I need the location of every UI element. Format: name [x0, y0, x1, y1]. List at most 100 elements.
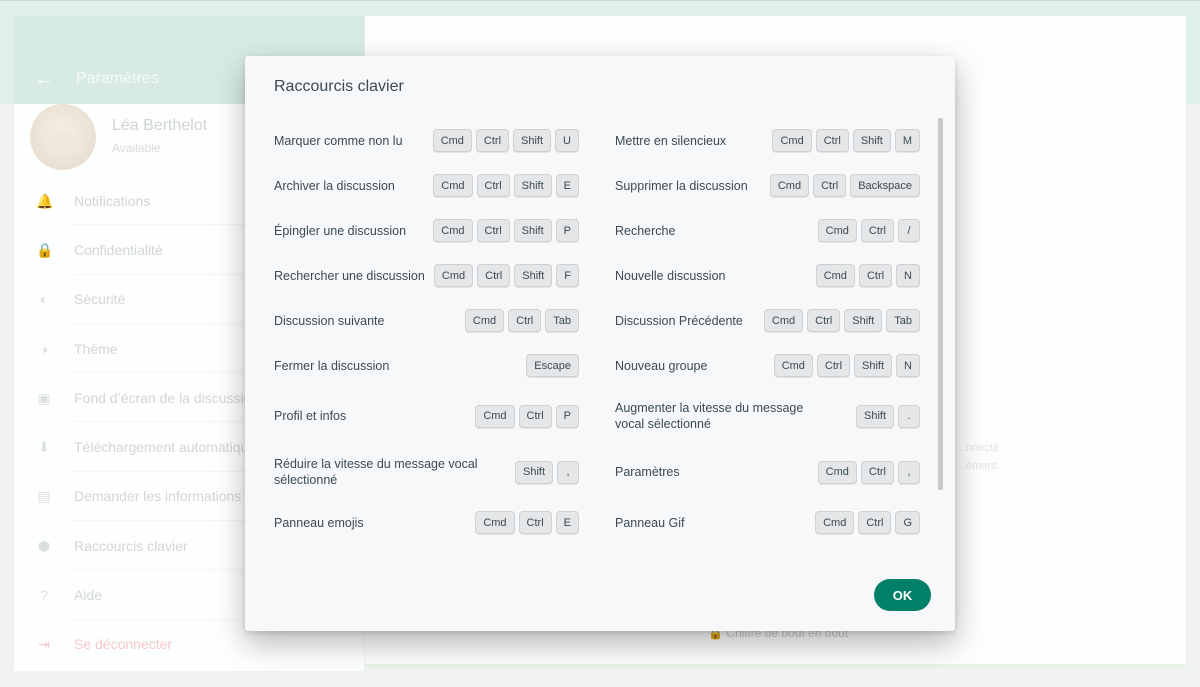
wallpaper-icon: ▣ — [37, 389, 51, 406]
settings-menu-label: Thème — [74, 340, 118, 357]
shortcut-keys: Cmd Ctrl Shift P — [433, 219, 579, 242]
key-cap: Cmd — [817, 219, 857, 242]
lock-icon: 🔒 — [36, 241, 54, 258]
key-cap: Cmd — [773, 354, 813, 377]
key-cap: Shift — [513, 219, 552, 242]
key-cap: Ctrl — [476, 174, 510, 197]
shortcut-keys: Cmd Ctrl N — [815, 264, 920, 287]
shortcut-label: Réduire la vitesse du message vocal séle… — [274, 457, 478, 487]
settings-menu-label: Fond d’écran de la discussion — [74, 389, 260, 406]
shortcut-label: Fermer la discussion — [274, 358, 390, 373]
shortcuts-list[interactable]: Marquer comme non lu Cmd Ctrl Shift U Mettre … — [274, 118, 924, 568]
shortcut-keys: Cmd Ctrl Shift E — [433, 174, 579, 197]
key-cap: F — [556, 264, 579, 287]
settings-menu-label: Se déconnecter — [74, 636, 173, 653]
shortcut-keys: Cmd Ctrl Shift F — [433, 264, 579, 287]
settings-menu-label: Raccourcis clavier — [74, 537, 188, 554]
key-cap: Tab — [886, 309, 920, 332]
key-cap: Shift — [513, 129, 552, 152]
shortcut-label: Recherche — [615, 223, 676, 238]
shortcut-row: Nouvelle discussion Cmd Ctrl N — [615, 253, 920, 298]
key-cap: Shift — [514, 460, 553, 484]
shortcut-keys: Cmd Ctrl, — [817, 460, 920, 484]
key-cap: Tab — [545, 309, 579, 332]
key-cap: N — [896, 264, 920, 287]
shortcut-keys: Cmd Ctrl Shift M — [772, 129, 920, 152]
key-cap: Escape — [526, 354, 579, 377]
shortcut-row: Supprimer la discussion Cmd Ctrl Backspace — [615, 163, 920, 208]
shortcut-label: Augmenter la vitesse du message vocal sé… — [615, 401, 804, 431]
key-cap: Cmd — [475, 404, 515, 428]
keyboard-shortcuts-dialog: Raccourcis clavier Marquer comme non lu C… — [245, 56, 955, 631]
profile-name[interactable]: Léa Berthelot — [112, 117, 207, 135]
key-cap: U — [555, 129, 579, 152]
key-cap: Shift — [513, 174, 552, 197]
shortcut-label: Panneau emojis — [274, 515, 364, 530]
key-cap: / — [898, 219, 920, 242]
key-cap: Cmd — [433, 219, 473, 242]
shortcut-label: Marquer comme non lu — [274, 133, 403, 148]
shortcut-keys: Cmd Ctrl E — [475, 511, 579, 534]
bell-icon: 🔔 — [36, 192, 54, 209]
key-cap: Cmd — [815, 511, 855, 534]
shortcut-keys: Shift. — [855, 404, 920, 428]
key-cap: Shift — [855, 404, 894, 428]
key-cap: Cmd — [464, 309, 505, 332]
key-cap: Ctrl — [518, 404, 552, 428]
shortcut-row: Nouveau groupe Cmd Ctrl Shift N — [615, 343, 920, 388]
shortcut-keys: Cmd Ctrl Tab — [464, 309, 579, 332]
key-cap: Cmd — [475, 511, 515, 534]
arrow-left-icon[interactable]: ← — [34, 69, 54, 89]
shortcut-label: Épingler une discussion — [274, 223, 407, 238]
shortcut-row: Panneau emojis Cmd Ctrl E — [274, 500, 579, 545]
key-cap: Ctrl — [476, 219, 510, 242]
shortcut-row: Archiver la discussion Cmd Ctrl Shift E — [274, 163, 579, 208]
settings-title: Paramètres — [76, 70, 159, 87]
key-cap: P — [555, 404, 579, 428]
key-cap: Cmd — [815, 264, 855, 287]
shortcut-row: Fermer la discussion Escape — [274, 343, 579, 388]
key-cap: Shift — [854, 354, 893, 377]
main-intro-line-2: …ément. — [955, 460, 1000, 472]
key-cap: Ctrl — [477, 264, 511, 287]
shortcut-row: Marquer comme non lu Cmd Ctrl Shift U — [274, 118, 579, 163]
key-cap: , — [898, 460, 920, 484]
settings-menu-label: Téléchargement automatique — [74, 439, 257, 456]
shortcut-row: Épingler une discussion Cmd Ctrl Shift P — [274, 208, 579, 253]
shortcut-keys: Cmd Ctrl P — [475, 404, 579, 428]
shortcut-label: Paramètres — [615, 465, 680, 479]
shortcut-grid: Marquer comme non lu Cmd Ctrl Shift U Mettre … — [274, 118, 924, 545]
shortcut-keys: Cmd Ctrl G — [815, 511, 920, 534]
shortcut-row: Panneau Gif Cmd Ctrl G — [615, 500, 920, 545]
shortcut-label: Rechercher une discussion — [274, 268, 425, 283]
shortcut-keys: Escape — [526, 354, 579, 377]
shortcut-row: Discussion suivante Cmd Ctrl Tab — [274, 298, 579, 343]
settings-menu-label: Notifications — [74, 192, 151, 209]
shortcut-label: Discussion suivante — [274, 313, 385, 328]
shortcut-label: Discussion Précédente — [615, 313, 743, 328]
key-cap: Cmd — [433, 174, 473, 197]
key-cap: Shift — [514, 264, 553, 287]
dialog-title: Raccourcis clavier — [274, 78, 404, 95]
key-cap: Ctrl — [508, 309, 542, 332]
dialog-scrollbar[interactable] — [938, 118, 943, 490]
shortcut-label: Mettre en silencieux — [615, 133, 727, 148]
main-intro-line-1: …nnecté. — [955, 442, 1003, 454]
shortcut-label: Nouveau groupe — [615, 358, 708, 373]
shortcut-row: Rechercher une discussion Cmd Ctrl Shift F — [274, 253, 579, 298]
key-cap: G — [895, 511, 920, 534]
shortcut-label: Archiver la discussion — [274, 178, 395, 193]
key-cap: Ctrl — [860, 460, 894, 484]
key-cap: . — [898, 404, 920, 428]
key-cap: Cmd — [432, 129, 472, 152]
key-cap: N — [896, 354, 920, 377]
avatar[interactable] — [30, 104, 96, 170]
theme-icon: ◑ — [39, 340, 49, 357]
profile-status: Available — [112, 141, 161, 155]
settings-menu-label: Sécurité — [74, 291, 126, 308]
key-cap: E — [555, 511, 579, 534]
ok-button[interactable]: OK — [874, 579, 931, 611]
keyboard-shortcuts-icon: ⬢ — [37, 537, 51, 554]
key-cap: Backspace — [850, 174, 920, 197]
key-cap: Ctrl — [858, 511, 892, 534]
